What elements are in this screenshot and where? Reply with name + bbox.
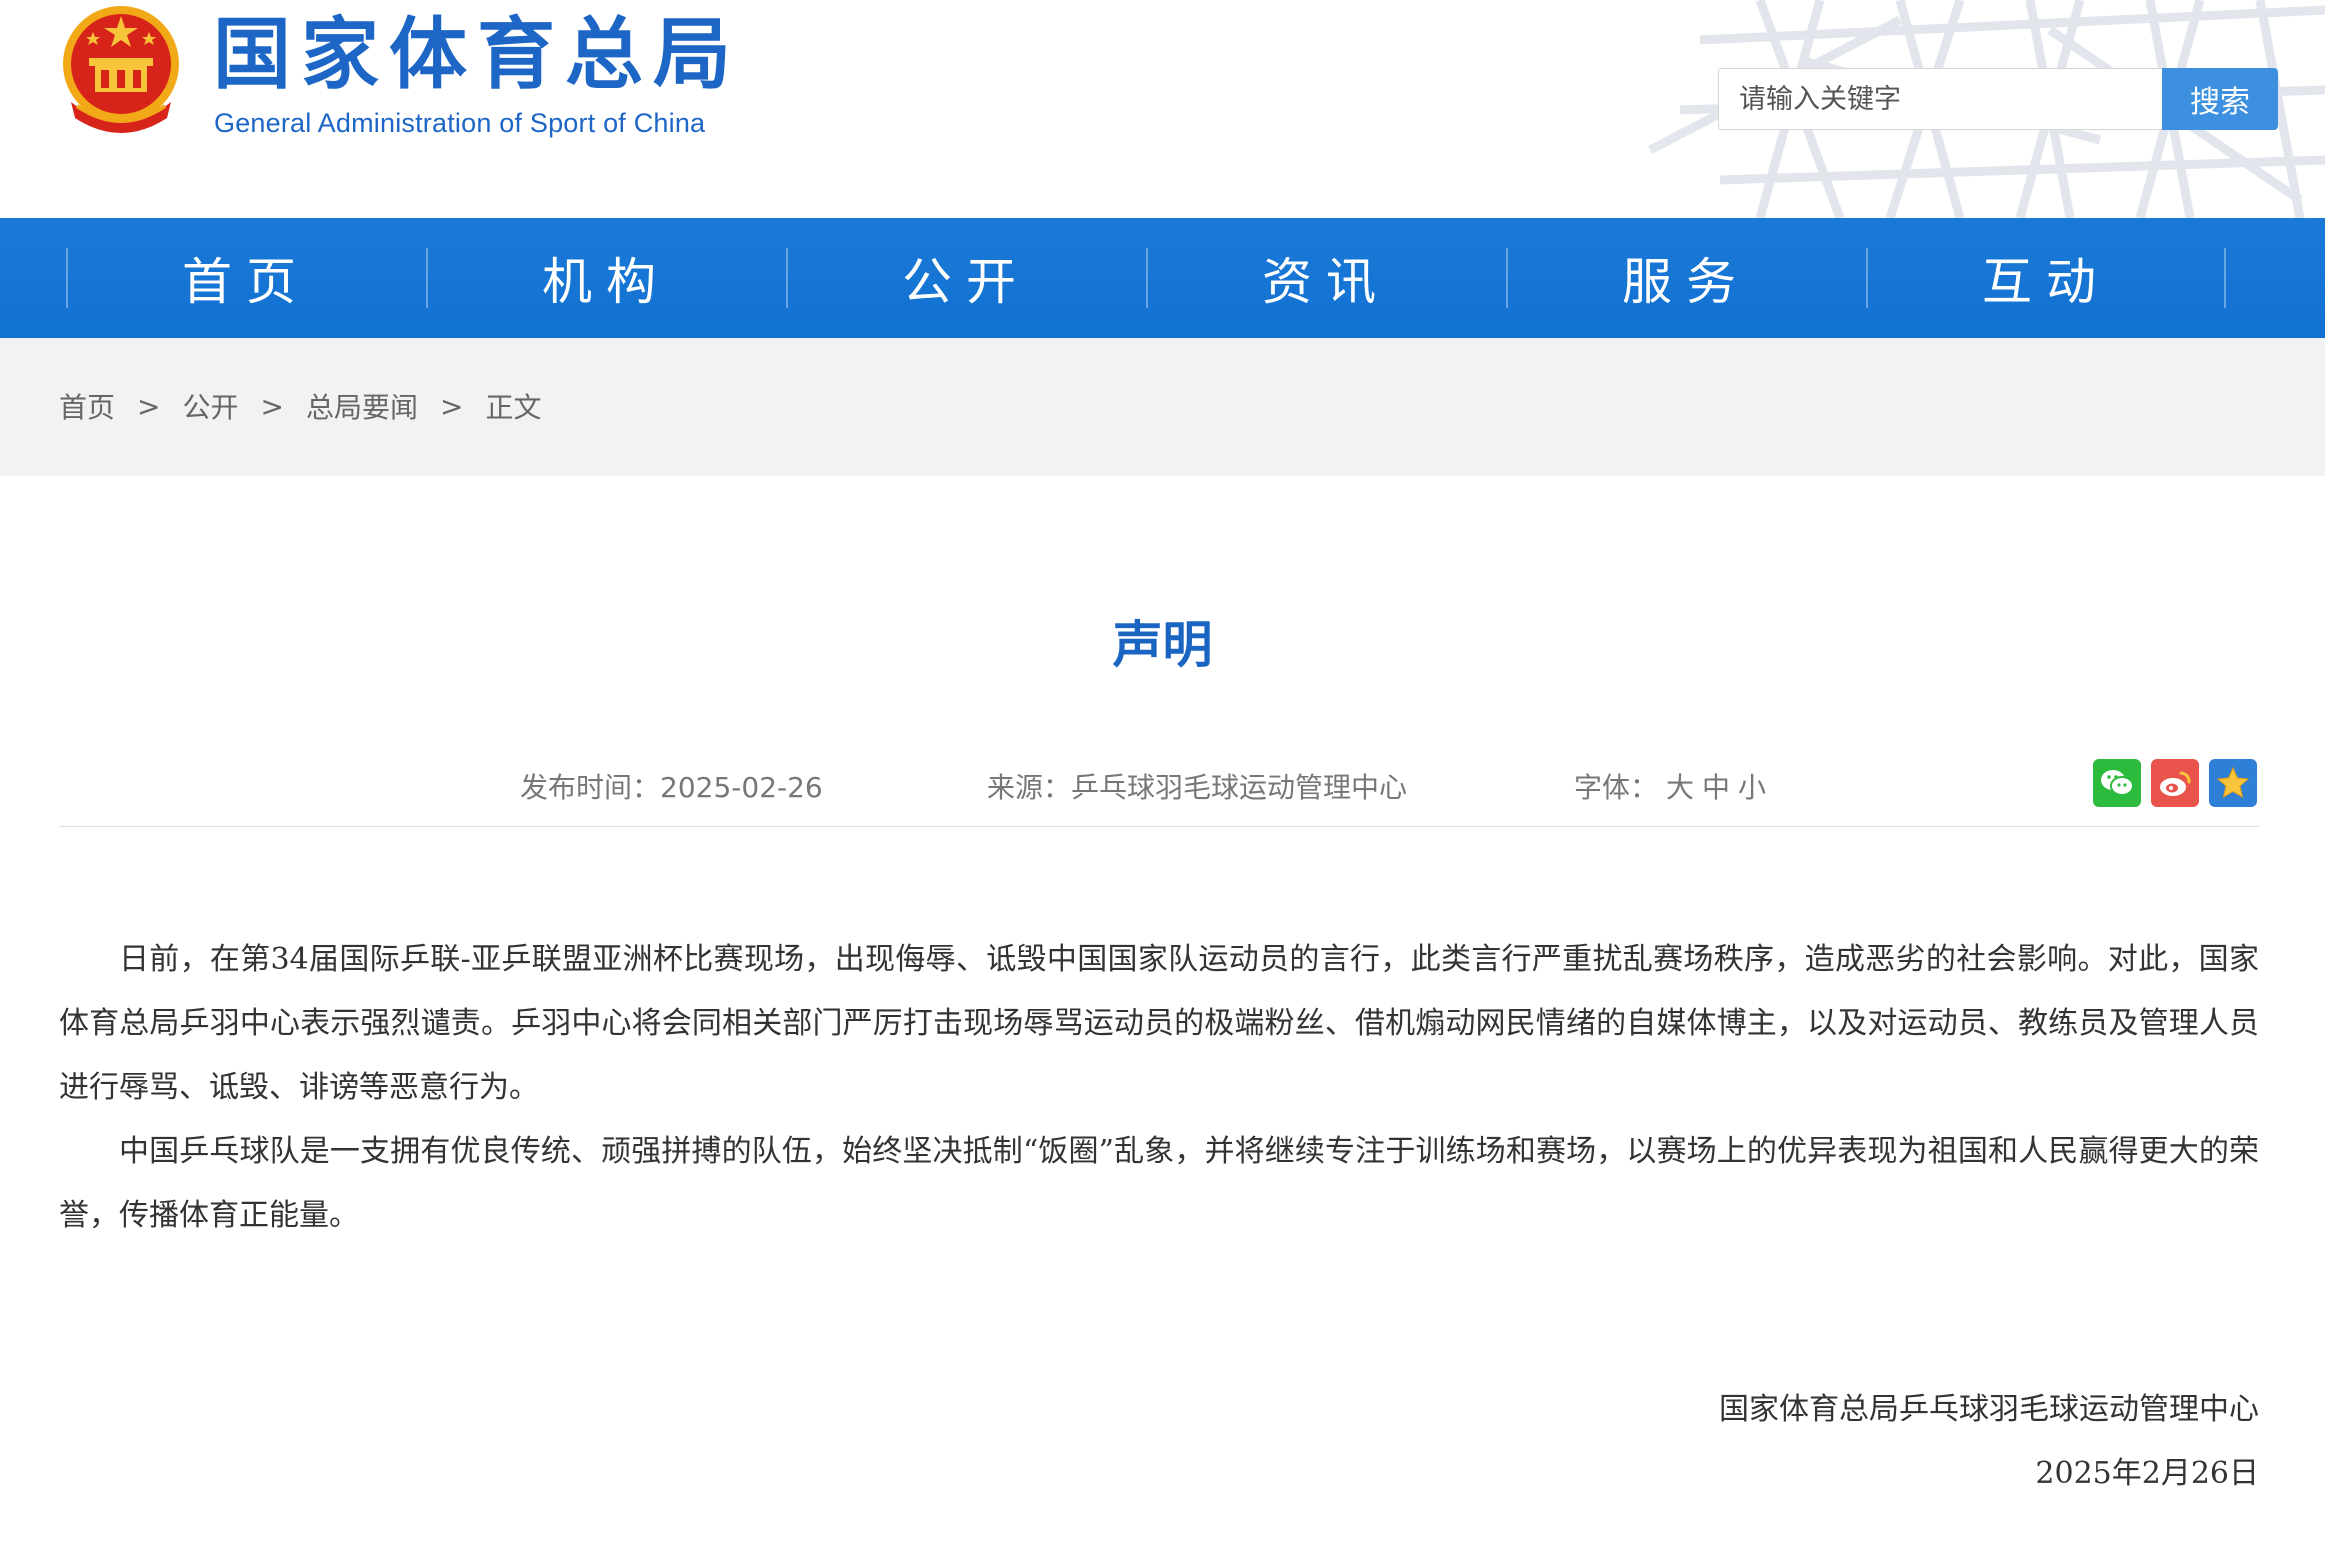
weibo-share-icon[interactable] xyxy=(2151,759,2199,807)
article-paragraph: 日前，在第34届国际乒联-亚乒联盟亚洲杯比赛现场，出现侮辱、诋毁中国国家队运动员… xyxy=(59,942,2259,1105)
breadcrumb-separator: > xyxy=(439,389,464,423)
font-size-large[interactable]: 大 xyxy=(1666,771,1694,804)
breadcrumb: 首页 > 公开 > 总局要闻 > 正文 xyxy=(59,386,541,426)
breadcrumb-home[interactable]: 首页 xyxy=(59,386,115,426)
nav-item-organization[interactable]: 机构 xyxy=(426,218,786,338)
favorite-star-icon[interactable] xyxy=(2209,759,2257,807)
article-body: 日前，在第34届国际乒联-亚乒联盟亚洲杯比赛现场，出现侮辱、诋毁中国国家队运动员… xyxy=(59,928,2259,1248)
source-label: 来源： xyxy=(987,771,1072,804)
font-label: 字体： xyxy=(1574,771,1659,804)
breadcrumb-separator: > xyxy=(260,389,284,423)
publish-date: 发布时间：2025-02-26 xyxy=(520,766,823,806)
nav-item-home[interactable]: 首页 xyxy=(66,218,426,338)
font-size-medium[interactable]: 中 xyxy=(1702,771,1730,804)
nav-item-public[interactable]: 公开 xyxy=(786,218,1146,338)
breadcrumb-public[interactable]: 公开 xyxy=(182,386,238,426)
search-input[interactable] xyxy=(1719,69,2162,129)
breadcrumb-headlines[interactable]: 总局要闻 xyxy=(306,386,418,426)
article-paragraph: 中国乒乓球队是一支拥有优良传统、顽强拼搏的队伍，始终坚决抵制“饭圈”乱象，并将继… xyxy=(59,1134,2259,1233)
breadcrumb-bar: 首页 > 公开 > 总局要闻 > 正文 xyxy=(0,338,2325,476)
main-nav: 首页 机构 公开 资讯 服务 互动 xyxy=(0,218,2325,338)
article-source: 来源：乒乓球羽毛球运动管理中心 xyxy=(987,766,1407,806)
search-button[interactable]: 搜索 xyxy=(2162,68,2278,130)
site-subtitle: General Administration of Sport of China xyxy=(214,108,706,138)
wechat-share-icon[interactable] xyxy=(2093,759,2141,807)
breadcrumb-separator: > xyxy=(137,389,161,423)
source-value: 乒乓球羽毛球运动管理中心 xyxy=(1071,771,1408,804)
signature-date: 2025年2月26日 xyxy=(2035,1456,2259,1491)
publish-label: 发布时间： xyxy=(520,771,661,804)
nav-item-service[interactable]: 服务 xyxy=(1506,218,1866,338)
font-size-control: 字体：大中小 xyxy=(1574,766,1766,806)
search-box xyxy=(1718,68,2163,130)
share-bar xyxy=(2093,759,2257,807)
publish-value: 2025-02-26 xyxy=(660,771,823,804)
nav-item-news[interactable]: 资讯 xyxy=(1146,218,1506,338)
article-signature: 国家体育总局乒乓球羽毛球运动管理中心 2025年2月26日 xyxy=(1719,1378,2259,1506)
font-size-small[interactable]: 小 xyxy=(1738,771,1766,804)
site-title[interactable]: 国家体育总局 xyxy=(213,16,741,94)
nav-item-interaction[interactable]: 互动 xyxy=(1866,218,2226,338)
national-emblem-icon xyxy=(63,6,179,133)
meta-divider xyxy=(59,826,2259,827)
signature-org: 国家体育总局乒乓球羽毛球运动管理中心 xyxy=(1719,1392,2259,1427)
article-title: 声明 xyxy=(1112,616,1213,674)
site-header: 国家体育总局 General Administration of Sport o… xyxy=(0,0,2325,218)
breadcrumb-current: 正文 xyxy=(485,391,542,424)
